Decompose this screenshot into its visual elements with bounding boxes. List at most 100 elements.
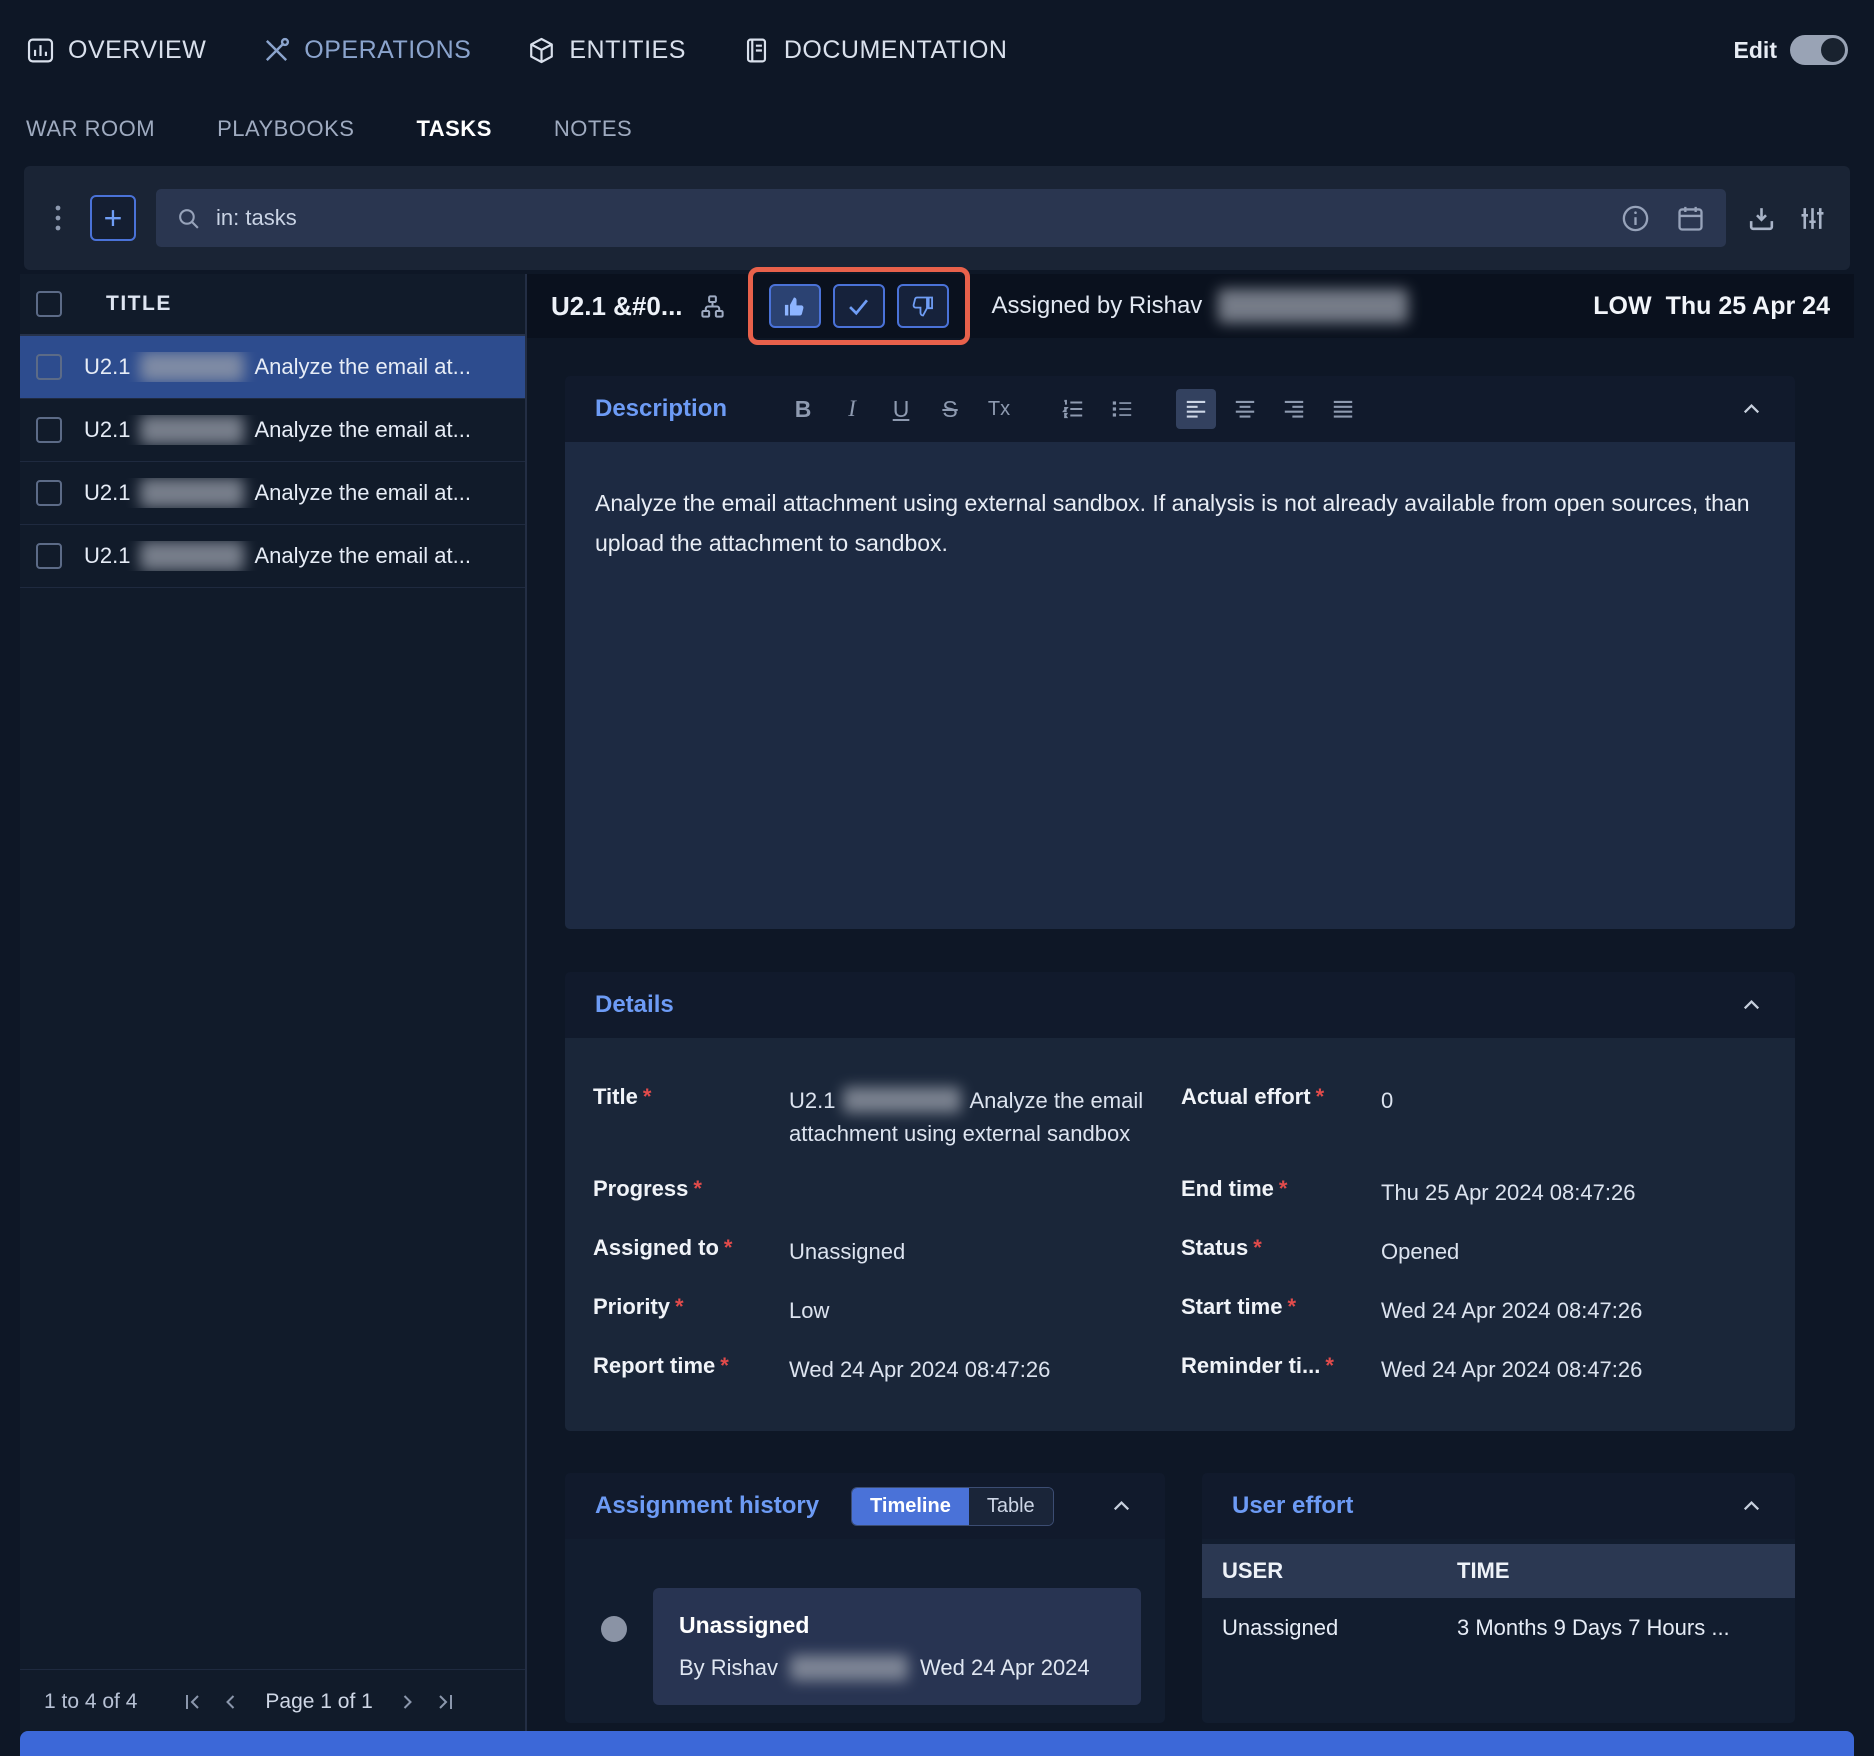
nav-item-operations[interactable]: OPERATIONS — [262, 36, 471, 65]
field-value-title: U2.1Analyze the email attachment using e… — [789, 1084, 1181, 1150]
toggle-timeline[interactable]: Timeline — [852, 1488, 969, 1525]
task-row[interactable]: U2.1 Analyze the email at... — [20, 336, 525, 399]
nav-item-label: OVERVIEW — [68, 36, 206, 65]
tab-playbooks[interactable]: PLAYBOOKS — [217, 116, 354, 142]
clear-format-button[interactable]: Tx — [979, 389, 1019, 429]
italic-button[interactable]: I — [832, 389, 872, 429]
approve-thumbs-up-button[interactable] — [769, 284, 821, 328]
toggle-table[interactable]: Table — [969, 1488, 1053, 1525]
description-header: Description B I U S Tx — [565, 376, 1795, 442]
field-label-reminder-time: Reminder ti...* — [1181, 1353, 1381, 1379]
prev-page-button[interactable] — [219, 1690, 243, 1714]
collapse-assignment-history-button[interactable] — [1108, 1493, 1135, 1520]
search-input[interactable] — [216, 205, 1605, 231]
bar-chart-icon — [26, 36, 55, 65]
playbook-hierarchy-icon[interactable] — [699, 293, 726, 320]
align-left-button[interactable] — [1176, 389, 1216, 429]
edit-toggle[interactable] — [1790, 35, 1848, 65]
required-marker: * — [1253, 1235, 1262, 1260]
next-page-button[interactable] — [395, 1690, 419, 1714]
user-effort-card: User effort USER TIME Unassigned 3 Month… — [1202, 1473, 1795, 1723]
bullet-list-icon[interactable] — [1102, 389, 1142, 429]
underline-button[interactable]: U — [881, 389, 921, 429]
tab-war-room[interactable]: WAR ROOM — [26, 116, 155, 142]
collapse-description-button[interactable] — [1738, 396, 1765, 423]
tab-tasks[interactable]: TASKS — [416, 116, 491, 142]
time-cell: 3 Months 9 Days 7 Hours ... — [1457, 1615, 1730, 1641]
field-label-status: Status* — [1181, 1235, 1381, 1261]
user-effort-column-headers: USER TIME — [1202, 1544, 1795, 1598]
field-value-start-time: Wed 24 Apr 2024 08:47:26 — [1381, 1294, 1767, 1327]
timeline-dot — [601, 1616, 627, 1642]
field-label-progress: Progress* — [593, 1176, 789, 1202]
title-column-header: TITLE — [106, 292, 172, 316]
user-effort-row: Unassigned 3 Months 9 Days 7 Hours ... — [1202, 1598, 1795, 1658]
edit-mode-control: Edit — [1734, 35, 1848, 65]
cube-icon — [527, 36, 556, 65]
row-checkbox[interactable] — [36, 480, 62, 506]
add-task-button[interactable]: + — [90, 195, 136, 241]
description-card: Description B I U S Tx — [565, 376, 1795, 929]
field-label-report-time: Report time* — [593, 1353, 789, 1379]
nav-item-overview[interactable]: OVERVIEW — [26, 36, 206, 65]
nav-item-documentation[interactable]: DOCUMENTATION — [742, 36, 1008, 65]
list-pagination: 1 to 4 of 4 Page 1 of 1 — [20, 1669, 525, 1733]
content-area: TITLE U2.1 Analyze the email at... U2.1 … — [0, 274, 1874, 1733]
task-row-title: U2.1 Analyze the email at... — [84, 541, 471, 571]
details-header: Details — [565, 972, 1795, 1038]
pager-controls: Page 1 of 1 — [181, 1690, 456, 1714]
complete-check-button[interactable] — [833, 284, 885, 328]
first-page-button[interactable] — [181, 1690, 205, 1714]
collapse-user-effort-button[interactable] — [1738, 1493, 1765, 1520]
pagination-range: 1 to 4 of 4 — [44, 1690, 137, 1714]
task-row[interactable]: U2.1 Analyze the email at... — [20, 462, 525, 525]
task-detail-header: U2.1 &#0... Assigned by Rishav — [527, 274, 1854, 338]
tab-notes[interactable]: NOTES — [554, 116, 632, 142]
filter-sliders-icon[interactable] — [1797, 203, 1828, 234]
strikethrough-button[interactable]: S — [930, 389, 970, 429]
field-value-assigned-to: Unassigned — [789, 1235, 1181, 1268]
format-toolbar: B I U S Tx — [783, 389, 1363, 429]
redacted-blur — [140, 541, 244, 571]
field-label-assigned-to: Assigned to* — [593, 1235, 789, 1261]
download-report-icon[interactable] — [1746, 203, 1777, 234]
info-icon[interactable] — [1620, 203, 1651, 234]
redacted-blur — [790, 1655, 908, 1681]
details-grid: Title* U2.1Analyze the email attachment … — [593, 1084, 1767, 1386]
last-page-button[interactable] — [433, 1690, 457, 1714]
user-effort-body: USER TIME Unassigned 3 Months 9 Days 7 H… — [1202, 1539, 1795, 1723]
row-checkbox[interactable] — [36, 417, 62, 443]
bold-button[interactable]: B — [783, 389, 823, 429]
app-root: OVERVIEW OPERATIONS ENTITIES DOCUMENTATI… — [0, 0, 1874, 1756]
select-all-checkbox[interactable] — [36, 291, 62, 317]
calendar-icon[interactable] — [1675, 203, 1706, 234]
redacted-blur — [1218, 289, 1408, 323]
task-row-title: U2.1 Analyze the email at... — [84, 415, 471, 445]
align-right-button[interactable] — [1274, 389, 1314, 429]
due-date: Thu 25 Apr 24 — [1666, 292, 1830, 321]
reject-thumbs-down-button[interactable] — [897, 284, 949, 328]
kebab-menu-icon[interactable] — [46, 202, 70, 234]
task-row-title: U2.1 Analyze the email at... — [84, 352, 471, 382]
nav-item-entities[interactable]: ENTITIES — [527, 36, 686, 65]
required-marker: * — [693, 1176, 702, 1201]
user-cell: Unassigned — [1222, 1615, 1457, 1641]
required-marker: * — [643, 1084, 652, 1109]
description-title: Description — [595, 395, 727, 423]
collapse-details-button[interactable] — [1738, 992, 1765, 1019]
task-row[interactable]: U2.1 Analyze the email at... — [20, 399, 525, 462]
align-justify-button[interactable] — [1323, 389, 1363, 429]
field-value-report-time: Wed 24 Apr 2024 08:47:26 — [789, 1353, 1181, 1386]
priority-badge: LOW — [1593, 292, 1651, 321]
row-checkbox[interactable] — [36, 354, 62, 380]
task-row[interactable]: U2.1 Analyze the email at... — [20, 525, 525, 588]
redacted-blur — [140, 478, 244, 508]
ordered-list-icon[interactable] — [1053, 389, 1093, 429]
tools-icon — [262, 36, 291, 65]
search-bar[interactable] — [156, 189, 1726, 247]
row-checkbox[interactable] — [36, 543, 62, 569]
document-icon — [742, 36, 771, 65]
align-center-button[interactable] — [1225, 389, 1265, 429]
bottom-accent-bar — [20, 1731, 1854, 1756]
field-value-status: Opened — [1381, 1235, 1767, 1268]
